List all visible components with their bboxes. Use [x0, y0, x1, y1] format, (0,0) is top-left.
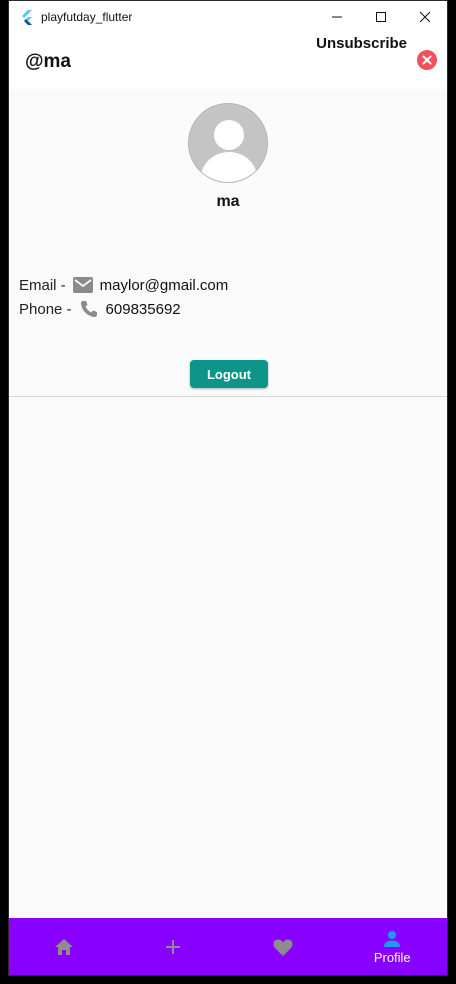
unsubscribe-button[interactable]: Unsubscribe — [316, 35, 407, 52]
minimize-icon — [332, 16, 342, 18]
app-window: playfutday_flutter @ma Unsubscribe ma Em… — [8, 0, 448, 976]
title-bar: playfutday_flutter — [9, 1, 447, 33]
phone-label: Phone - — [19, 300, 72, 318]
email-label: Email - — [19, 276, 66, 294]
close-window-button[interactable] — [403, 1, 447, 33]
app-bar: @ma Unsubscribe — [9, 33, 447, 89]
home-icon — [54, 938, 73, 955]
nav-item-home[interactable] — [9, 918, 119, 975]
profile-name: ma — [216, 193, 240, 210]
minimize-button[interactable] — [315, 1, 359, 33]
person-icon — [384, 930, 401, 947]
profile-handle: @ma — [25, 51, 71, 72]
phone-row: Phone - 609835692 — [19, 298, 181, 320]
email-row: Email - maylor@gmail.com — [19, 274, 228, 296]
nav-item-profile[interactable]: Profile — [338, 918, 448, 975]
maximize-button[interactable] — [359, 1, 403, 33]
bottom-navigation: Profile — [9, 918, 447, 975]
phone-icon — [78, 298, 100, 320]
avatar — [188, 103, 268, 183]
close-circle-icon — [422, 55, 432, 65]
divider — [9, 396, 447, 397]
phone-value: 609835692 — [105, 300, 181, 318]
flutter-logo-icon — [19, 9, 35, 25]
nav-item-add[interactable] — [119, 918, 229, 975]
window-frame: playfutday_flutter @ma Unsubscribe ma Em… — [0, 0, 456, 984]
unsubscribe-close-button[interactable] — [417, 50, 437, 70]
window-title: playfutday_flutter — [41, 10, 133, 24]
logout-button[interactable]: Logout — [190, 360, 268, 388]
email-value: maylor@gmail.com — [99, 276, 229, 294]
nav-item-favorites[interactable] — [228, 918, 338, 975]
add-icon — [166, 939, 181, 954]
default-avatar-icon — [201, 120, 257, 182]
email-icon — [72, 274, 94, 296]
nav-item-profile-label: Profile — [373, 949, 411, 965]
heart-icon — [273, 939, 293, 956]
maximize-icon — [376, 12, 386, 22]
close-icon — [419, 11, 431, 23]
